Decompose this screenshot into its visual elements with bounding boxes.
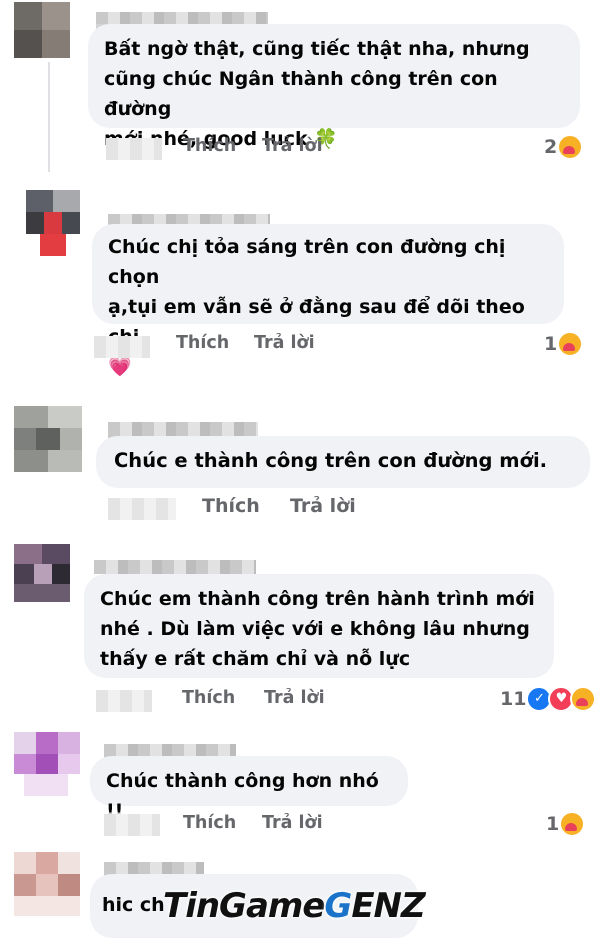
like-link[interactable]: Thích <box>176 333 229 353</box>
reaction-summary[interactable]: 2 <box>544 134 584 160</box>
avatar[interactable] <box>14 732 80 796</box>
reaction-summary[interactable]: 1 <box>546 811 586 837</box>
reply-link[interactable]: Trả lời <box>262 813 323 833</box>
reaction-count: 1 <box>546 813 560 835</box>
reaction-summary[interactable]: 11 ✓ ♥ <box>500 686 597 712</box>
watermark-part: G <box>324 886 352 926</box>
blurred-timestamp <box>108 498 176 520</box>
watermark-part: ENZ <box>351 886 425 926</box>
care-reaction-icon <box>570 686 597 712</box>
comment-text-line: thấy e rất chăm chỉ và nỗ lực <box>100 648 411 670</box>
blurred-timestamp <box>106 138 162 160</box>
comment-bubble: Chúc thành công hơn nhó !! <box>90 756 408 822</box>
avatar[interactable] <box>14 852 80 916</box>
avatar[interactable] <box>14 406 82 472</box>
comment-bubble: Chúc chị tỏa sáng trên con đường chị chọ… <box>92 224 564 378</box>
reply-link[interactable]: Trả lời <box>290 495 356 517</box>
like-link[interactable]: Thích <box>182 688 235 708</box>
reply-link[interactable]: Trả lời <box>254 333 315 353</box>
reaction-count: 11 <box>500 688 527 710</box>
blurred-timestamp <box>94 336 150 358</box>
like-link[interactable]: Thích <box>183 813 236 833</box>
like-link[interactable]: Thích <box>183 136 236 156</box>
avatar[interactable] <box>26 190 80 256</box>
blurred-timestamp <box>96 690 152 712</box>
comment-text-line: Chúc chị tỏa sáng trên con đường chị chọ… <box>108 236 506 288</box>
comment-bubble: Bất ngờ thật, cũng tiếc thật nha, nhưng … <box>88 24 580 150</box>
thread-line <box>48 62 50 172</box>
reaction-summary[interactable]: 1 <box>544 331 584 357</box>
comment-text-line: Bất ngờ thật, cũng tiếc thật nha, nhưng <box>104 38 530 60</box>
comment-text-line: Chúc em thành công trên hành trình mới <box>100 588 535 610</box>
watermark-logo: TinGameGENZ <box>163 886 426 926</box>
blurred-author-name[interactable] <box>94 560 256 574</box>
watermark-part: TinGame <box>163 886 325 926</box>
like-link[interactable]: Thích <box>202 495 260 517</box>
comment-bubble: Chúc em thành công trên hành trình mới n… <box>84 574 554 678</box>
comment-text-line: Chúc e thành công trên con đường mới. <box>114 449 548 472</box>
comment-text-line: nhé . Dù làm việc với e không lâu nhưng <box>100 618 530 640</box>
comment-text-line: ạ,tụi em vẫn sẽ ở đằng sau để dõi theo c… <box>108 296 525 348</box>
care-reaction-icon <box>557 331 584 357</box>
comment-text-line: mới nhé, good luck 🍀 <box>104 128 338 150</box>
pink-heart-emoji: 💗 <box>108 356 132 378</box>
blurred-timestamp <box>104 814 160 836</box>
reaction-count: 2 <box>544 136 558 158</box>
reaction-count: 1 <box>544 333 558 355</box>
avatar[interactable] <box>14 544 70 602</box>
care-reaction-icon <box>559 811 586 837</box>
comment-text-line: cũng chúc Ngân thành công trên con đường <box>104 68 498 120</box>
comment-bubble: Chúc e thành công trên con đường mới. <box>96 436 590 488</box>
reply-link[interactable]: Trả lời <box>262 136 323 156</box>
reply-link[interactable]: Trả lời <box>264 688 325 708</box>
care-reaction-icon <box>557 134 584 160</box>
avatar[interactable] <box>14 2 70 58</box>
comment-text-line: hic ch <box>102 894 165 916</box>
